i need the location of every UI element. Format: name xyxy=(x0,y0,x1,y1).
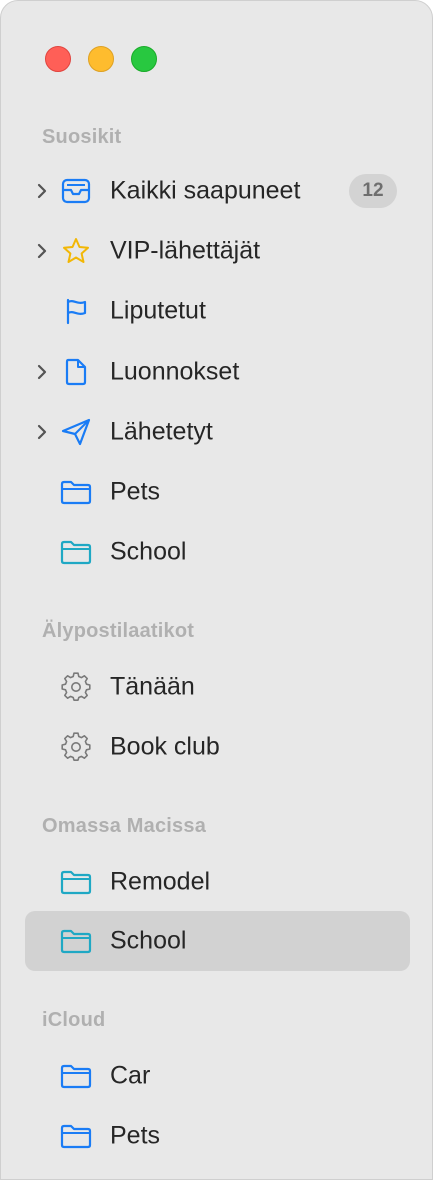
paperplane-icon xyxy=(59,417,93,447)
sidebar-item-label: Luonnokset xyxy=(110,357,240,386)
section-header-on-my-mac: Omassa Macissa xyxy=(42,815,207,837)
folder-icon xyxy=(59,477,93,507)
unread-count-badge: 12 xyxy=(349,174,397,208)
star-icon xyxy=(59,236,93,266)
sidebar-item-vip[interactable]: VIP-lähettäjät xyxy=(25,221,410,281)
sidebar-item-label: Tänään xyxy=(110,672,195,701)
sidebar-item-all-inboxes[interactable]: Kaikki saapuneet 12 xyxy=(25,161,410,221)
sidebar-item-label: Pets xyxy=(110,477,161,506)
sidebar-item-drafts[interactable]: Luonnokset xyxy=(25,342,410,402)
sidebar-item-school-local[interactable]: School xyxy=(25,911,410,971)
chevron-right-icon[interactable] xyxy=(35,243,49,259)
folder-icon xyxy=(59,867,93,897)
chevron-right-icon[interactable] xyxy=(35,424,49,440)
gear-icon xyxy=(59,672,93,702)
gear-icon xyxy=(59,732,93,762)
sidebar-item-label: VIP-lähettäjät xyxy=(110,236,261,265)
sidebar-item-remodel[interactable]: Remodel xyxy=(25,852,410,912)
section-header-favorites: Suosikit xyxy=(42,126,122,148)
flag-icon xyxy=(59,296,93,326)
window-controls xyxy=(45,46,157,72)
folder-icon xyxy=(59,926,93,956)
sidebar-item-car[interactable]: Car xyxy=(25,1046,410,1106)
sidebar-item-label: Lähetetyt xyxy=(110,417,213,446)
zoom-button[interactable] xyxy=(131,46,157,72)
inbox-icon xyxy=(59,176,93,206)
document-icon xyxy=(59,357,93,387)
minimize-button[interactable] xyxy=(88,46,114,72)
chevron-right-icon[interactable] xyxy=(35,364,49,380)
section-header-icloud: iCloud xyxy=(42,1009,106,1031)
folder-icon xyxy=(59,1121,93,1151)
sidebar-item-label: Remodel xyxy=(110,867,211,896)
sidebar-item-book-club[interactable]: Book club xyxy=(25,717,410,777)
sidebar-item-flagged[interactable]: Liputetut xyxy=(25,281,410,341)
sidebar-item-label: School xyxy=(110,926,187,955)
close-button[interactable] xyxy=(45,46,71,72)
sidebar-item-label: Liputetut xyxy=(110,296,206,325)
folder-icon xyxy=(59,537,93,567)
folder-icon xyxy=(59,1061,93,1091)
sidebar-item-pets-icloud[interactable]: Pets xyxy=(25,1106,410,1166)
sidebar-item-label: Pets xyxy=(110,1121,161,1150)
sidebar-item-label: Car xyxy=(110,1061,151,1090)
sidebar-item-label: School xyxy=(110,537,187,566)
mail-sidebar-window: Suosikit Kaikki saapuneet 12 VIP-lähettä… xyxy=(0,0,433,1180)
sidebar-item-today[interactable]: Tänään xyxy=(25,657,410,717)
sidebar-item-pets[interactable]: Pets xyxy=(25,462,410,522)
sidebar-item-label: Book club xyxy=(110,732,220,761)
section-header-smart-mailboxes: Älypostilaatikot xyxy=(42,620,195,642)
sidebar-item-sent[interactable]: Lähetetyt xyxy=(25,402,410,462)
sidebar-item-label: Kaikki saapuneet xyxy=(110,176,301,205)
sidebar-item-school[interactable]: School xyxy=(25,522,410,582)
chevron-right-icon[interactable] xyxy=(35,183,49,199)
